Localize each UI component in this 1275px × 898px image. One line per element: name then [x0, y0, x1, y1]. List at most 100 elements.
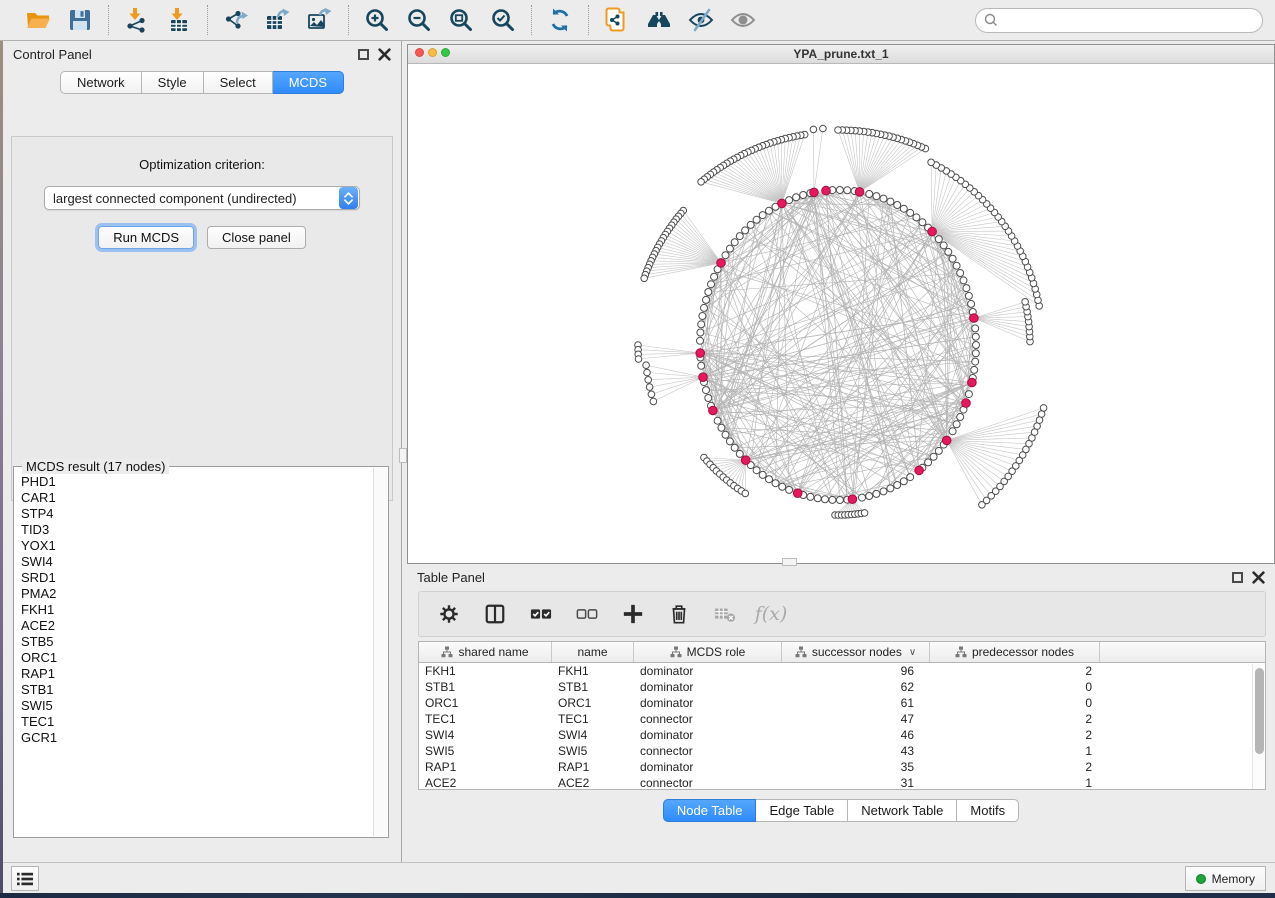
- network-leaf-node[interactable]: [1022, 299, 1029, 306]
- network-leaf-node[interactable]: [644, 369, 651, 376]
- mcds-result-scrollbar[interactable]: [373, 468, 387, 836]
- cell-shared-name[interactable]: SWI4: [419, 728, 552, 742]
- network-node[interactable]: [866, 191, 873, 198]
- network-node[interactable]: [736, 233, 743, 240]
- network-node[interactable]: [859, 494, 866, 501]
- network-node[interactable]: [697, 337, 704, 344]
- network-node[interactable]: [907, 474, 914, 481]
- network-node[interactable]: [807, 493, 814, 500]
- tab-motifs[interactable]: Motifs: [957, 799, 1019, 822]
- tab-select[interactable]: Select: [204, 71, 273, 94]
- cell-name[interactable]: ORC1: [552, 696, 634, 710]
- cell-shared-name[interactable]: FKH1: [419, 664, 552, 678]
- network-node[interactable]: [753, 467, 760, 474]
- network-node[interactable]: [708, 281, 715, 288]
- cell-name[interactable]: ACE2: [552, 776, 634, 790]
- tab-style[interactable]: Style: [142, 71, 204, 94]
- network-leaf-node[interactable]: [928, 159, 935, 166]
- close-panel-icon[interactable]: [378, 48, 391, 61]
- export-image-icon[interactable]: [306, 6, 334, 34]
- network-node[interactable]: [844, 187, 851, 194]
- close-window-icon[interactable]: [415, 48, 424, 57]
- network-node[interactable]: [949, 255, 956, 262]
- network-node[interactable]: [698, 362, 705, 369]
- network-node[interactable]: [953, 262, 960, 269]
- network-node[interactable]: [960, 277, 967, 284]
- network-node[interactable]: [705, 395, 712, 402]
- mcds-result-item[interactable]: TID3: [21, 522, 373, 538]
- cell-name[interactable]: SWI4: [552, 728, 634, 742]
- network-node[interactable]: [697, 329, 704, 336]
- add-icon[interactable]: [621, 602, 645, 626]
- gear-icon[interactable]: [437, 602, 461, 626]
- tab-edge-table[interactable]: Edge Table: [756, 799, 848, 822]
- network-node[interactable]: [714, 417, 721, 424]
- table-row[interactable]: SWI5SWI5connector431: [419, 743, 1265, 759]
- select-all-icon[interactable]: [529, 602, 553, 626]
- cell-MCDS-role[interactable]: dominator: [634, 760, 782, 774]
- columns-icon[interactable]: [483, 602, 507, 626]
- cell-name[interactable]: STB1: [552, 680, 634, 694]
- network-node[interactable]: [814, 495, 821, 502]
- cell-predecessor-nodes[interactable]: 1: [930, 776, 1100, 790]
- mcds-result-item[interactable]: GCR1: [21, 730, 373, 746]
- cell-MCDS-role[interactable]: connector: [634, 712, 782, 726]
- tab-network-table[interactable]: Network Table: [848, 799, 957, 822]
- mcds-node[interactable]: [709, 406, 718, 415]
- import-table-icon[interactable]: [165, 6, 193, 34]
- network-node[interactable]: [949, 428, 956, 435]
- zoom-in-icon[interactable]: [363, 6, 391, 34]
- zoom-out-icon[interactable]: [405, 6, 433, 34]
- mcds-node[interactable]: [717, 259, 726, 268]
- mcds-node[interactable]: [699, 373, 708, 382]
- network-node[interactable]: [836, 497, 843, 504]
- tab-network[interactable]: Network: [60, 71, 142, 94]
- float-table-panel-icon[interactable]: [1232, 572, 1243, 583]
- mcds-result-item[interactable]: SRD1: [21, 570, 373, 586]
- first-neighbors-icon[interactable]: [645, 6, 673, 34]
- mcds-result-item[interactable]: PHD1: [21, 474, 373, 490]
- cell-MCDS-role[interactable]: dominator: [634, 680, 782, 694]
- network-node[interactable]: [753, 216, 760, 223]
- task-history-button[interactable]: [11, 866, 39, 891]
- network-canvas[interactable]: [408, 64, 1274, 563]
- network-node[interactable]: [736, 450, 743, 457]
- network-node[interactable]: [873, 490, 880, 497]
- mcds-result-item[interactable]: YOX1: [21, 538, 373, 554]
- network-leaf-node[interactable]: [650, 398, 657, 405]
- network-node[interactable]: [703, 387, 710, 394]
- network-node[interactable]: [894, 202, 901, 209]
- cell-name[interactable]: RAP1: [552, 760, 634, 774]
- network-node[interactable]: [880, 195, 887, 202]
- export-table-icon[interactable]: [264, 6, 292, 34]
- network-node[interactable]: [718, 424, 725, 431]
- cell-predecessor-nodes[interactable]: 2: [930, 760, 1100, 774]
- table-scrollbar-thumb[interactable]: [1255, 668, 1264, 754]
- cell-predecessor-nodes[interactable]: 0: [930, 696, 1100, 710]
- mcds-result-item[interactable]: TEC1: [21, 714, 373, 730]
- network-node[interactable]: [925, 459, 932, 466]
- network-leaf-node[interactable]: [641, 275, 648, 282]
- column-header-MCDS-role[interactable]: MCDS role: [634, 642, 782, 662]
- search-box[interactable]: [975, 8, 1263, 33]
- network-node[interactable]: [731, 239, 738, 246]
- cell-shared-name[interactable]: ACE2: [419, 776, 552, 790]
- network-node[interactable]: [963, 285, 970, 292]
- cell-MCDS-role[interactable]: dominator: [634, 728, 782, 742]
- network-leaf-node[interactable]: [861, 510, 868, 517]
- network-leaf-node[interactable]: [648, 391, 655, 398]
- cell-shared-name[interactable]: RAP1: [419, 760, 552, 774]
- table-row[interactable]: RAP1RAP1dominator352: [419, 759, 1265, 775]
- clone-network-icon[interactable]: [603, 6, 631, 34]
- table-row[interactable]: SWI4SWI4dominator462: [419, 727, 1265, 743]
- network-leaf-node[interactable]: [810, 126, 817, 133]
- network-node[interactable]: [786, 197, 793, 204]
- cell-predecessor-nodes[interactable]: 1: [930, 744, 1100, 758]
- mcds-node[interactable]: [793, 489, 802, 498]
- column-header-predecessor-nodes[interactable]: predecessor nodes: [930, 642, 1100, 662]
- network-node[interactable]: [779, 483, 786, 490]
- optimization-criterion-select[interactable]: largest connected component (undirected): [44, 186, 360, 210]
- show-all-icon[interactable]: [729, 6, 757, 34]
- network-leaf-node[interactable]: [645, 377, 652, 384]
- network-node[interactable]: [907, 209, 914, 216]
